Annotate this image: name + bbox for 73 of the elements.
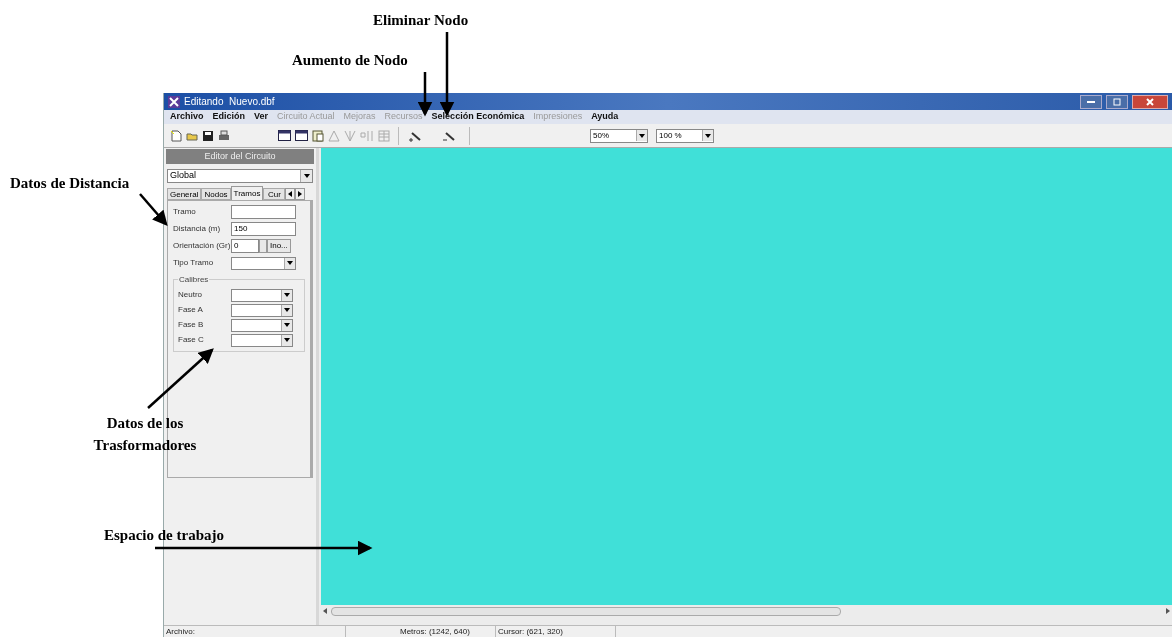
annotation-label: Aumento de Nodo bbox=[292, 51, 408, 70]
annotation-label: Datos de Distancia bbox=[10, 174, 130, 193]
field-label: Fase B bbox=[178, 319, 205, 331]
annotation-arrow bbox=[139, 193, 168, 226]
caret-icon bbox=[284, 323, 290, 327]
clipboard-icon[interactable] bbox=[312, 129, 324, 142]
menu-item[interactable]: Archivo bbox=[170, 110, 204, 124]
field-label: Distancia (m) bbox=[173, 223, 222, 235]
annotation-label: Datos de los Trasformadores bbox=[92, 414, 198, 455]
field-label: Tramo bbox=[173, 206, 197, 218]
caret-icon bbox=[303, 174, 310, 178]
close-button[interactable] bbox=[1132, 94, 1168, 109]
print-icon[interactable] bbox=[218, 129, 230, 142]
caret-icon bbox=[284, 338, 290, 342]
right-arrow-icon bbox=[298, 191, 303, 197]
input-field[interactable]: 0 bbox=[231, 239, 259, 253]
window-title: Editando Nuevo.dbf bbox=[184, 95, 275, 109]
save-icon[interactable] bbox=[202, 129, 214, 142]
minimize-icon bbox=[1087, 100, 1095, 103]
type-dropdown[interactable] bbox=[231, 256, 296, 270]
caret-icon bbox=[284, 308, 290, 312]
annotation-arrow bbox=[147, 348, 214, 409]
conductor-dropdown[interactable] bbox=[231, 303, 293, 317]
close-icon bbox=[1146, 97, 1154, 106]
menu-item[interactable]: Ver bbox=[254, 110, 269, 124]
menu-item[interactable]: Selección Económica bbox=[431, 110, 525, 124]
table-icon[interactable] bbox=[278, 130, 291, 141]
tab-scroll-right-button[interactable] bbox=[295, 188, 306, 200]
input-field[interactable]: 150 bbox=[231, 222, 296, 236]
spin-buttons[interactable] bbox=[259, 239, 267, 253]
status-text: Metros: (1242, 640) bbox=[398, 626, 496, 637]
annotation-label: Espacio de trabajo bbox=[104, 526, 224, 545]
status-text: Cursor: (621, 320) bbox=[496, 626, 616, 637]
app-icon bbox=[168, 95, 180, 108]
v-shape-icon[interactable] bbox=[344, 129, 356, 142]
caret-icon bbox=[639, 133, 645, 138]
left-arrow-icon bbox=[288, 191, 293, 197]
node-tool-icon[interactable] bbox=[360, 129, 374, 142]
conductor-dropdown[interactable] bbox=[231, 333, 293, 347]
table-icon[interactable] bbox=[295, 130, 308, 141]
maximize-button[interactable] bbox=[1106, 94, 1128, 109]
tab[interactable]: General bbox=[167, 188, 202, 200]
new-file-icon[interactable] bbox=[170, 129, 182, 142]
restore-icon bbox=[1113, 97, 1121, 106]
caret-icon bbox=[284, 293, 290, 297]
tab[interactable]: Tramos bbox=[230, 186, 264, 200]
zoom-dropdown[interactable]: 50% bbox=[590, 128, 648, 143]
panel-title: Editor del Circuito bbox=[166, 149, 314, 164]
more-button[interactable]: Ino... bbox=[267, 239, 291, 253]
field-label: Fase A bbox=[178, 304, 204, 316]
minimize-button[interactable] bbox=[1080, 94, 1102, 109]
field-label: Neutro bbox=[178, 289, 203, 301]
menu-item[interactable]: Ayuda bbox=[591, 110, 619, 124]
conductor-dropdown[interactable] bbox=[231, 288, 293, 302]
field-label: Orientación (Gr) bbox=[173, 240, 231, 252]
status-text: Archivo: bbox=[164, 626, 346, 637]
zoom-dropdown[interactable]: 100 % bbox=[656, 128, 714, 143]
tab[interactable]: Nodos bbox=[201, 188, 231, 200]
scroll-thumb[interactable] bbox=[331, 606, 841, 616]
menu-item[interactable]: Edición bbox=[212, 110, 246, 124]
field-label: Tipo Tramo bbox=[173, 257, 215, 269]
annotation-label: Eliminar Nodo bbox=[373, 11, 469, 30]
caret-icon bbox=[287, 261, 293, 265]
input-field[interactable] bbox=[231, 205, 296, 219]
horizontal-scrollbar[interactable] bbox=[321, 605, 1172, 617]
scope-dropdown[interactable]: Global bbox=[167, 169, 313, 183]
left-arrow-icon bbox=[323, 608, 327, 614]
caret-icon bbox=[705, 133, 711, 138]
tab[interactable]: Cur bbox=[263, 188, 286, 200]
field-label: Fase C bbox=[178, 334, 205, 346]
tab-scroll-left-button[interactable] bbox=[285, 188, 296, 200]
conductor-dropdown[interactable] bbox=[231, 318, 293, 332]
right-arrow-icon bbox=[1166, 608, 1170, 614]
